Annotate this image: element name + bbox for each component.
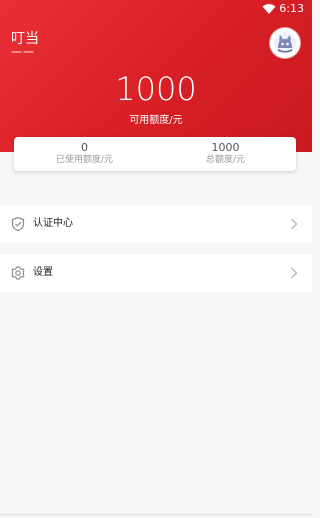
used-limit-value: 0: [81, 141, 88, 154]
status-time: 6:13: [279, 2, 304, 15]
used-limit-stat: 0 已使用额度/元: [14, 141, 155, 166]
total-limit-label: 总额度/元: [205, 155, 246, 165]
chevron-right-icon: [291, 267, 298, 279]
used-limit-label: 已使用额度/元: [55, 155, 114, 165]
gear-icon: [11, 266, 25, 280]
shield-check-icon: [11, 216, 25, 232]
status-bar: 6:13: [0, 0, 312, 18]
total-limit-stat: 1000 总额度/元: [155, 141, 296, 166]
menu-item-label: 认证中心: [33, 218, 73, 229]
menu-item-settings[interactable]: 设置: [0, 254, 312, 292]
bottom-divider: [0, 514, 312, 515]
menu-item-label: 设置: [33, 267, 53, 278]
cat-avatar-icon: [274, 32, 296, 54]
total-limit-value: 1000: [211, 141, 240, 154]
limit-stats-card: 0 已使用额度/元 1000 总额度/元: [14, 137, 296, 171]
chevron-right-icon: [291, 218, 298, 230]
menu-item-certification-center[interactable]: 认证中心: [0, 205, 312, 243]
wifi-icon: [262, 4, 276, 14]
available-limit-value: 1000: [115, 70, 197, 108]
avatar[interactable]: [270, 28, 300, 58]
user-subtitle: 一一: [11, 46, 35, 59]
available-limit-label: 可用额度/元: [129, 115, 183, 126]
